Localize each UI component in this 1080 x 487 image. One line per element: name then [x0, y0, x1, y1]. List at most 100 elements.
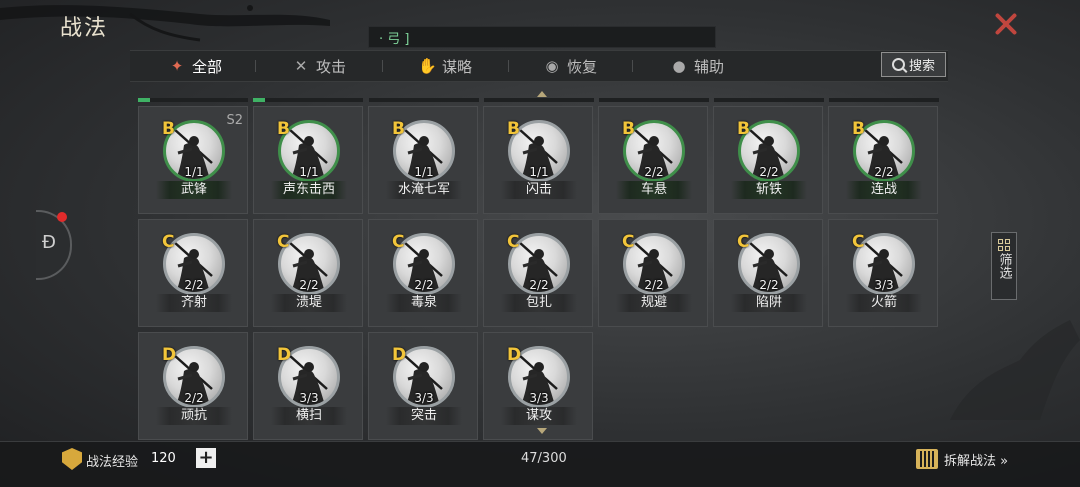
tactic-level: 2/2 [759, 278, 779, 292]
tactic-card[interactable]: B 2/2 连战 [828, 106, 938, 214]
tactic-grade: D [277, 345, 292, 365]
decompose-tactic-button[interactable]: 拆解战法 » [916, 448, 1008, 470]
tactic-name: 武锋 [156, 181, 232, 199]
add-exp-button[interactable]: + [196, 448, 216, 468]
tactic-name: 包扎 [501, 294, 577, 312]
tab-attack[interactable]: ✕ 攻击 [292, 51, 346, 81]
pot-icon: ◉ [545, 57, 559, 75]
tactic-card[interactable]: D 2/2 顽抗 [138, 332, 248, 440]
filter-label: 筛选 [996, 253, 1012, 279]
horse-silhouette-decoration [950, 320, 1080, 420]
tactic-level: 2/2 [184, 391, 204, 405]
tactic-name: 规避 [616, 294, 692, 312]
tab-label: 攻击 [316, 57, 347, 76]
tactic-name: 突击 [386, 407, 462, 425]
tactic-card[interactable]: D 3/3 横扫 [253, 332, 363, 440]
tactic-name: 陷阱 [731, 294, 807, 312]
tactic-card[interactable]: B 1/1 声东击西 [253, 106, 363, 214]
tactic-name: 齐射 [156, 294, 232, 312]
tactic-level: 3/3 [874, 278, 894, 292]
previous-row-strip [253, 98, 363, 102]
tactic-level: 1/1 [184, 165, 204, 179]
tactic-card[interactable]: C 2/2 陷阱 [713, 219, 823, 327]
tactic-card[interactable]: C 3/3 火箭 [828, 219, 938, 327]
search-icon [891, 58, 905, 71]
tactic-level: 1/1 [529, 165, 549, 179]
tactic-level: 3/3 [414, 391, 434, 405]
tactic-grade: B [162, 119, 175, 139]
side-drawer-handle[interactable]: Ð [36, 210, 72, 280]
previous-row-strip [829, 98, 939, 102]
tactic-name: 声东击西 [271, 181, 347, 199]
tactic-card[interactable]: C 2/2 包扎 [483, 219, 593, 327]
tab-label: 恢复 [567, 57, 598, 76]
tactic-level: 2/2 [299, 278, 319, 292]
scroll-up-icon[interactable] [537, 91, 547, 97]
tactic-name: 闪击 [501, 181, 577, 199]
tactic-grade: C [162, 232, 175, 252]
tactic-level: 3/3 [299, 391, 319, 405]
previous-row-strip [484, 98, 594, 102]
tactic-name: 火箭 [846, 294, 922, 312]
close-icon[interactable] [990, 8, 1022, 40]
tab-strategy[interactable]: ✋ 谋略 [418, 51, 472, 81]
tactic-card[interactable]: C 2/2 齐射 [138, 219, 248, 327]
page-title: 战法 [60, 16, 109, 41]
tactic-grade: B [622, 119, 635, 139]
tab-recovery[interactable]: ◉ 恢复 [543, 51, 597, 81]
drawer-icon: Ð [42, 232, 56, 253]
filter-grid-icon [998, 239, 1010, 251]
tactic-grade: C [622, 232, 635, 252]
hand-icon: ✋ [418, 57, 437, 75]
season-badge: S2 [226, 113, 243, 128]
top-status-strip: · 弓 ] [368, 26, 716, 48]
tactic-level: 3/3 [529, 391, 549, 405]
tactic-card[interactable]: B 2/2 车悬 [598, 106, 708, 214]
tab-all[interactable]: ✦ 全部 [168, 51, 222, 81]
tactic-card[interactable]: C 2/2 规避 [598, 219, 708, 327]
tactic-card[interactable]: B S2 1/1 武锋 [138, 106, 248, 214]
tactic-name: 谋攻 [501, 407, 577, 425]
previous-row-strip [599, 98, 709, 102]
tactic-name: 连战 [846, 181, 922, 199]
tactic-grade: C [277, 232, 290, 252]
tactic-grade: C [507, 232, 520, 252]
tactic-card[interactable]: B 1/1 水淹七军 [368, 106, 478, 214]
previous-row-strip [138, 98, 248, 102]
tactic-card[interactable]: B 2/2 斩铁 [713, 106, 823, 214]
tab-label: 谋略 [442, 57, 473, 76]
tactic-grade: B [507, 119, 520, 139]
tab-divider [508, 60, 509, 72]
tactic-grade: B [392, 119, 405, 139]
category-tabs: ✦ 全部 ✕ 攻击 ✋ 谋略 ◉ 恢复 ● 辅助 [130, 50, 948, 82]
tab-support[interactable]: ● 辅助 [670, 51, 724, 81]
tactic-level: 2/2 [874, 165, 894, 179]
tactic-card[interactable]: D 3/3 突击 [368, 332, 478, 440]
tactic-level: 2/2 [529, 278, 549, 292]
tab-label: 全部 [192, 57, 223, 76]
scroll-down-icon[interactable] [537, 428, 547, 434]
tactic-card[interactable]: C 2/2 毒泉 [368, 219, 478, 327]
tactic-name: 横扫 [271, 407, 347, 425]
tactic-name: 顽抗 [156, 407, 232, 425]
tactic-card[interactable]: B 1/1 闪击 [483, 106, 593, 214]
scroll-icon: ✦ [170, 57, 184, 75]
tactic-name: 水淹七军 [386, 181, 462, 199]
tactic-grade: B [277, 119, 290, 139]
tactic-card[interactable]: C 2/2 溃堤 [253, 219, 363, 327]
tactic-level: 2/2 [759, 165, 779, 179]
tactic-level: 2/2 [644, 278, 664, 292]
crossed-swords-icon: ✕ [294, 57, 308, 75]
tactic-grade: B [852, 119, 865, 139]
tactic-name: 毒泉 [386, 294, 462, 312]
tactic-count: 47/300 [521, 451, 567, 466]
tactic-grade: D [507, 345, 522, 365]
filter-button[interactable]: 筛选 [991, 232, 1017, 300]
previous-row-strip [369, 98, 479, 102]
notification-dot [57, 212, 67, 222]
tactic-level: 2/2 [644, 165, 664, 179]
tactic-level: 1/1 [414, 165, 434, 179]
tactic-name: 斩铁 [731, 181, 807, 199]
tactic-card[interactable]: D 3/3 谋攻 [483, 332, 593, 440]
search-button[interactable]: 搜索 [881, 52, 946, 77]
